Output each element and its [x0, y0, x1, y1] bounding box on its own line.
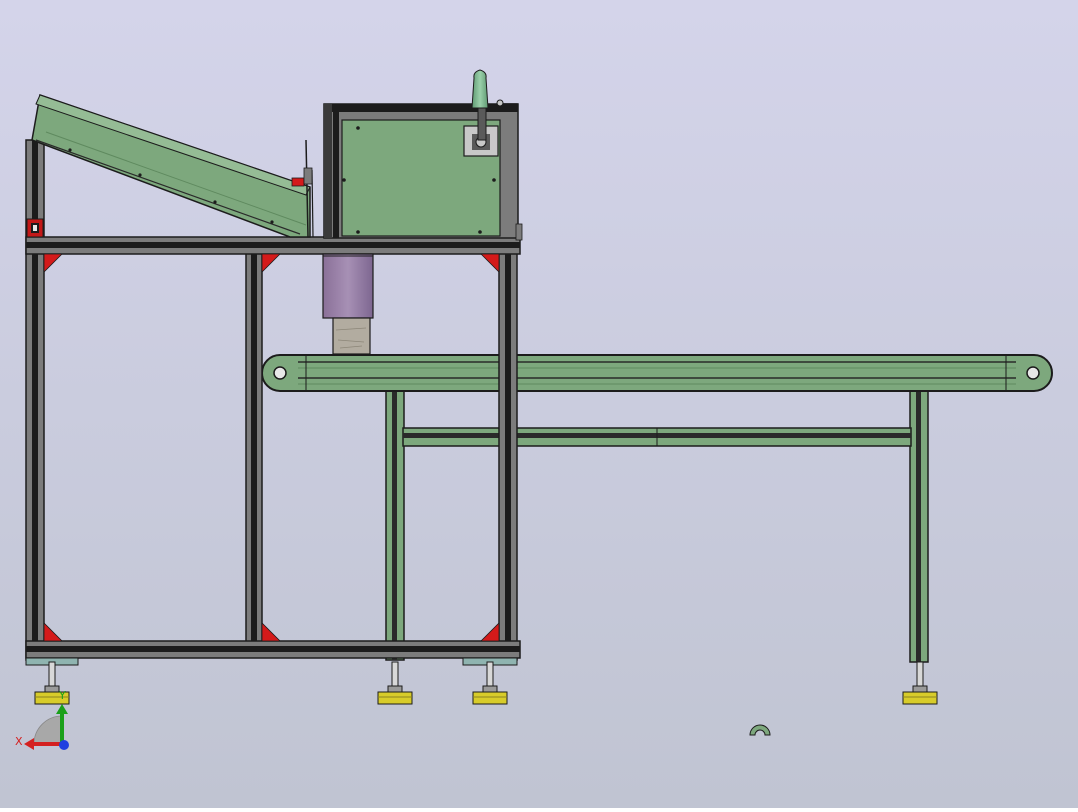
foot-pad — [472, 691, 508, 705]
foot-screw — [391, 661, 399, 689]
foot-nut — [912, 685, 928, 693]
conveyor-belt[interactable] — [261, 354, 1053, 392]
cad-scene[interactable]: X Y — [0, 0, 1078, 808]
foot-pad — [902, 691, 938, 705]
emergency-stop-box[interactable] — [26, 218, 44, 238]
triad-y-label: Y — [58, 689, 66, 702]
conveyor-leg-right — [909, 389, 929, 663]
triad-z-axis — [59, 740, 69, 750]
foot-nut — [482, 685, 498, 693]
frame-bottom-rail — [25, 640, 521, 659]
frame-top-rail — [25, 236, 521, 255]
foot-nut — [44, 685, 60, 693]
frame-post-left — [25, 139, 45, 661]
frame-post-middle — [245, 251, 263, 653]
conveyor-cross-beam — [402, 427, 912, 447]
foot-screw — [916, 661, 924, 689]
triad-x-label: X — [15, 735, 23, 748]
cut-block — [332, 317, 371, 355]
cad-viewport[interactable]: X Y — [0, 0, 1078, 808]
foot-nut — [387, 685, 403, 693]
chute-fitting — [291, 177, 305, 187]
cutting-motor[interactable] — [322, 253, 374, 319]
foot-pad — [377, 691, 413, 705]
drive-cabinet[interactable] — [323, 103, 523, 241]
conveyor-pulley-right — [1026, 366, 1040, 380]
foot-screw — [48, 661, 56, 689]
conveyor-pulley-left — [273, 366, 287, 380]
conveyor-leg-left — [385, 389, 405, 661]
foot-screw — [486, 661, 494, 689]
